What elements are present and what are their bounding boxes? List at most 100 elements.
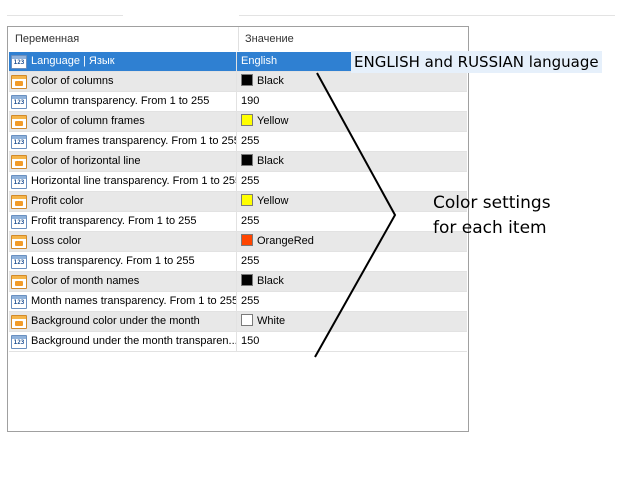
properties-grid: Переменная Значение Language | Язык Engli… <box>7 26 469 432</box>
property-value: Black <box>257 75 284 87</box>
number-icon <box>11 215 27 229</box>
color-icon <box>11 235 27 249</box>
property-name-cell[interactable]: Loss transparency. From 1 to 255 <box>9 252 237 272</box>
property-value-cell[interactable]: Yellow <box>237 112 467 132</box>
number-icon <box>11 55 27 69</box>
property-name-cell[interactable]: Color of horizontal line <box>9 152 237 172</box>
property-name-cell[interactable]: Month names transparency. From 1 to 255 <box>9 292 237 312</box>
property-name: Month names transparency. From 1 to 255 <box>31 295 237 307</box>
table-row[interactable]: Frofit transparency. From 1 to 255 255 <box>8 212 468 232</box>
annotation-color-line2: for each item <box>433 218 547 238</box>
color-icon <box>11 315 27 329</box>
property-name-cell[interactable]: Background color under the month <box>9 312 237 332</box>
property-value-cell[interactable]: Black <box>237 272 467 292</box>
table-row[interactable]: Month names transparency. From 1 to 255 2… <box>8 292 468 312</box>
table-row[interactable]: Background under the month transparen...… <box>8 332 468 352</box>
grid-header: Переменная Значение <box>8 27 468 51</box>
number-icon <box>11 135 27 149</box>
property-name: Color of horizontal line <box>31 155 141 167</box>
top-divider-right <box>239 15 615 16</box>
annotation-color-settings: Color settings for each item <box>433 191 551 241</box>
property-value-cell[interactable]: 255 <box>237 172 467 192</box>
color-swatch <box>241 234 253 246</box>
table-row[interactable]: Horizontal line transparency. From 1 to … <box>8 172 468 192</box>
property-name-cell[interactable]: Loss color <box>9 232 237 252</box>
property-name-cell[interactable]: Language | Язык <box>9 52 237 72</box>
color-icon <box>11 75 27 89</box>
property-name: Horizontal line transparency. From 1 to … <box>31 175 237 187</box>
color-swatch <box>241 274 253 286</box>
property-name-cell[interactable]: Colum frames transparency. From 1 to 255 <box>9 132 237 152</box>
color-swatch <box>241 314 253 326</box>
property-name-cell[interactable]: Horizontal line transparency. From 1 to … <box>9 172 237 192</box>
property-value: Yellow <box>257 195 289 207</box>
table-row[interactable]: Color of column frames Yellow <box>8 112 468 132</box>
property-value: OrangeRed <box>257 235 314 247</box>
property-name: Color of column frames <box>31 115 145 127</box>
table-row[interactable]: Colum frames transparency. From 1 to 255… <box>8 132 468 152</box>
property-name: Loss color <box>31 235 82 247</box>
property-value-cell[interactable]: White <box>237 312 467 332</box>
property-name-cell[interactable]: Background under the month transparen... <box>9 332 237 352</box>
annotation-language: ENGLISH and RUSSIAN language <box>351 51 602 73</box>
table-row[interactable]: Column transparency. From 1 to 255 190 <box>8 92 468 112</box>
number-icon <box>11 295 27 309</box>
color-swatch <box>241 194 253 206</box>
property-value: 190 <box>241 95 260 107</box>
top-divider-left <box>7 15 123 16</box>
property-name: Colum frames transparency. From 1 to 255 <box>31 135 237 147</box>
property-value: White <box>257 315 286 327</box>
property-value-cell[interactable]: Black <box>237 72 467 92</box>
property-value: 255 <box>241 175 260 187</box>
column-header-name[interactable]: Переменная <box>9 27 238 51</box>
property-name: Color of month names <box>31 275 140 287</box>
color-icon <box>11 195 27 209</box>
table-row[interactable]: Profit color Yellow <box>8 192 468 212</box>
property-value-cell[interactable]: 255 <box>237 292 467 312</box>
property-name: Background under the month transparen... <box>31 335 237 347</box>
annotation-color-line1: Color settings <box>433 193 551 213</box>
property-name-cell[interactable]: Color of column frames <box>9 112 237 132</box>
property-value: 255 <box>241 255 260 267</box>
property-value: 255 <box>241 295 260 307</box>
number-icon <box>11 175 27 189</box>
property-name-cell[interactable]: Profit color <box>9 192 237 212</box>
color-icon <box>11 115 27 129</box>
property-name-cell[interactable]: Frofit transparency. From 1 to 255 <box>9 212 237 232</box>
property-name: Loss transparency. From 1 to 255 <box>31 255 195 267</box>
table-row[interactable]: Color of horizontal line Black <box>8 152 468 172</box>
table-row[interactable]: Color of columns Black <box>8 72 468 92</box>
table-row[interactable]: Background color under the month White <box>8 312 468 332</box>
number-icon <box>11 255 27 269</box>
color-swatch <box>241 74 253 86</box>
column-header-value[interactable]: Значение <box>238 27 468 51</box>
color-swatch <box>241 114 253 126</box>
property-value: Yellow <box>257 115 289 127</box>
property-name-cell[interactable]: Color of columns <box>9 72 237 92</box>
property-name: Frofit transparency. From 1 to 255 <box>31 215 197 227</box>
property-value-cell[interactable]: 255 <box>237 132 467 152</box>
property-value: Black <box>257 275 284 287</box>
color-swatch <box>241 154 253 166</box>
property-name-cell[interactable]: Column transparency. From 1 to 255 <box>9 92 237 112</box>
property-name: Language | Язык <box>31 55 115 67</box>
property-name: Color of columns <box>31 75 114 87</box>
number-icon <box>11 335 27 349</box>
property-value: Black <box>257 155 284 167</box>
property-value-cell[interactable]: 255 <box>237 252 467 272</box>
color-icon <box>11 275 27 289</box>
property-name: Column transparency. From 1 to 255 <box>31 95 210 107</box>
color-icon <box>11 155 27 169</box>
grid-rows: Language | Язык English Color of columns Bl… <box>8 52 468 352</box>
property-name-cell[interactable]: Color of month names <box>9 272 237 292</box>
number-icon <box>11 95 27 109</box>
property-value-cell[interactable]: 150 <box>237 332 467 352</box>
table-row[interactable]: Color of month names Black <box>8 272 468 292</box>
table-row[interactable]: Loss color OrangeRed <box>8 232 468 252</box>
property-name: Background color under the month <box>31 315 200 327</box>
property-name: Profit color <box>31 195 84 207</box>
property-value-cell[interactable]: 190 <box>237 92 467 112</box>
table-row[interactable]: Loss transparency. From 1 to 255 255 <box>8 252 468 272</box>
property-value: 255 <box>241 135 260 147</box>
property-value-cell[interactable]: Black <box>237 152 467 172</box>
